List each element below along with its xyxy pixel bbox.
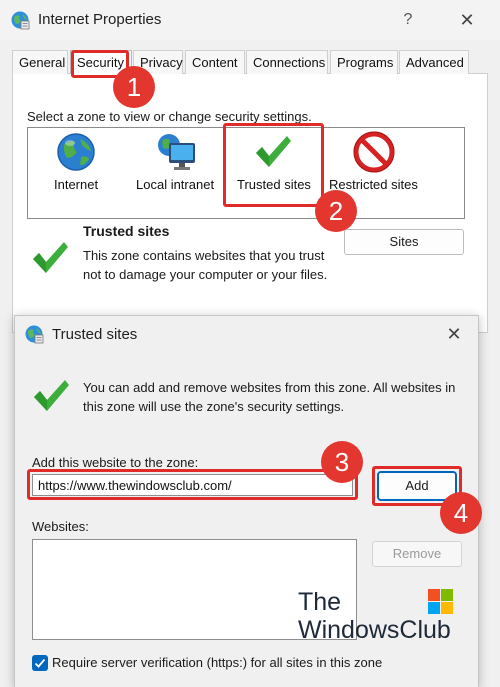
help-button[interactable]: ? (395, 8, 421, 32)
add-button[interactable]: Add (377, 471, 457, 501)
window-title: Internet Properties (38, 11, 162, 28)
annotation-step-2: 2 (315, 190, 357, 232)
zone-prompt: Select a zone to view or change security… (27, 109, 312, 124)
zone-heading: Trusted sites (83, 223, 170, 239)
zone-description: This zone contains websites that you tru… (83, 248, 328, 282)
annotation-step-4: 4 (440, 492, 482, 534)
server-verification-label[interactable]: Require server verification (https:) for… (52, 655, 382, 670)
server-verification-checkbox[interactable] (32, 655, 48, 671)
zone-internet-label[interactable]: Internet (54, 177, 98, 192)
tab-connections[interactable]: Connections (246, 50, 328, 74)
dialog-title: Trusted sites (52, 326, 138, 343)
trusted-checkmark-icon (33, 242, 68, 273)
close-button[interactable]: ✕ (452, 8, 482, 32)
green-checkmark-icon[interactable] (253, 133, 293, 171)
sites-button[interactable]: Sites (344, 229, 464, 255)
zone-restricted-label[interactable]: Restricted sites (329, 177, 418, 192)
network-monitor-icon[interactable] (155, 131, 199, 173)
zone-trusted-label[interactable]: Trusted sites (237, 177, 311, 192)
tab-general[interactable]: General (12, 50, 68, 74)
remove-button[interactable]: Remove (372, 541, 462, 567)
dialog-description: You can add and remove websites from thi… (83, 380, 456, 414)
windows-logo-icon (428, 589, 453, 614)
annotation-step-1: 1 (113, 66, 155, 108)
dialog-close-button[interactable]: ✕ (440, 322, 468, 346)
watermark-text-line2: WindowsClub (298, 616, 451, 644)
check-icon (34, 658, 46, 668)
annotation-step-3: 3 (321, 441, 363, 483)
dialog-checkmark-icon (34, 380, 69, 411)
globe-icon[interactable] (55, 131, 97, 173)
watermark-text-line1: The (298, 588, 342, 616)
websites-label: Websites: (32, 519, 89, 534)
internet-properties-icon (11, 11, 30, 30)
internet-properties-icon (25, 325, 44, 344)
website-url-input[interactable] (32, 474, 353, 496)
tab-programs[interactable]: Programs (330, 50, 398, 74)
zone-intranet-label[interactable]: Local intranet (136, 177, 214, 192)
tab-content[interactable]: Content (185, 50, 245, 74)
add-website-label: Add this website to the zone: (32, 455, 199, 470)
tab-advanced[interactable]: Advanced (399, 50, 469, 74)
no-entry-icon[interactable] (353, 131, 395, 173)
